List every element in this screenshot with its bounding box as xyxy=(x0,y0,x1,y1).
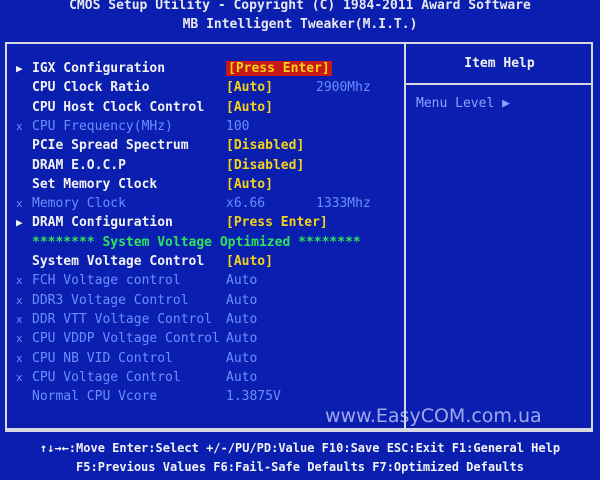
setting-label: DRAM Configuration xyxy=(32,215,173,231)
setting-label: CPU Clock Ratio xyxy=(32,80,150,96)
setting-value: Auto xyxy=(226,292,258,308)
setting-value[interactable]: [Disabled] xyxy=(226,138,304,153)
setting-label: CPU Host Clock Control xyxy=(32,99,205,115)
setting-value-cell: [Auto] xyxy=(226,252,273,271)
help-separator xyxy=(406,83,593,85)
setting-value: 100 xyxy=(226,118,250,134)
setting-row: x Memory Clock x6.66 1333Mhz xyxy=(0,194,400,213)
setting-row: x DDR3 Voltage Control Auto xyxy=(0,291,400,310)
setting-value: Auto xyxy=(226,350,258,366)
setting-value-cell: 100 xyxy=(226,117,249,136)
disabled-x-icon: x xyxy=(16,119,23,133)
setting-label: Memory Clock xyxy=(32,196,126,212)
setting-value-cell: Auto xyxy=(226,349,257,368)
setting-row: x FCH Voltage control Auto xyxy=(0,271,400,290)
setting-row: Normal CPU Vcore 1.3875V xyxy=(0,387,400,406)
setting-value-cell: Auto xyxy=(226,329,257,348)
setting-label: FCH Voltage control xyxy=(32,273,181,289)
setting-label: Normal CPU Vcore xyxy=(32,389,158,405)
setting-value-cell: [Auto] xyxy=(226,98,273,117)
setting-label: DDR VTT Voltage Control xyxy=(32,311,213,327)
disabled-x-icon: x xyxy=(16,332,23,346)
submenu-arrow-icon: ▶ xyxy=(16,62,23,75)
page-title: MB Intelligent Tweaker(M.I.T.) xyxy=(182,17,418,32)
setting-value[interactable]: [Auto] xyxy=(226,254,273,269)
setting-label: System Voltage Control xyxy=(32,254,205,269)
setting-value-cell: Auto xyxy=(226,368,257,387)
setting-label: CPU Voltage Control xyxy=(32,369,181,385)
disabled-x-icon: x xyxy=(16,370,23,384)
disabled-x-icon: x xyxy=(16,197,23,211)
setting-value: Auto xyxy=(226,311,258,327)
setting-value-cell: [Disabled] xyxy=(226,136,304,155)
setting-readout: 1333Mhz xyxy=(316,196,371,212)
setting-row: x CPU Voltage Control Auto xyxy=(0,368,400,387)
setting-value-cell: x6.66 xyxy=(226,194,265,213)
item-help-title: Item Help xyxy=(464,56,535,71)
setting-value: Auto xyxy=(226,273,258,289)
submenu-arrow-icon: ▶ xyxy=(16,216,23,230)
setting-value-cell: [Press Enter] xyxy=(226,59,332,78)
footer-keys-line2: F5:Previous Values F6:Fail-Safe Defaults… xyxy=(76,460,524,474)
setting-row: x CPU NB VID Control Auto xyxy=(0,349,400,368)
setting-value[interactable]: [Press Enter] xyxy=(226,61,332,76)
setting-label: PCIe Spread Spectrum xyxy=(32,138,189,154)
footer-keys-line1: ↑↓→←:Move Enter:Select +/-/PU/PD:Value F… xyxy=(39,441,561,455)
menu-level: Menu Level ▶ xyxy=(416,96,510,111)
setting-value: 1.3875V xyxy=(226,389,281,405)
setting-value[interactable]: [Auto] xyxy=(226,80,273,95)
setting-label: DRAM E.O.C.P xyxy=(32,157,126,173)
disabled-x-icon: x xyxy=(16,293,23,307)
setting-label: IGX Configuration xyxy=(32,61,166,76)
setting-row[interactable]: PCIe Spread Spectrum [Disabled] xyxy=(0,136,400,155)
setting-value[interactable]: [Disabled] xyxy=(226,158,304,173)
setting-value-cell: [Press Enter] xyxy=(226,213,328,232)
setting-value[interactable]: [Auto] xyxy=(226,177,273,192)
setting-readout: 2900Mhz xyxy=(316,80,371,96)
setting-value[interactable]: [Auto] xyxy=(226,100,273,115)
setting-value-cell: [Auto] xyxy=(226,78,273,97)
watermark: www.EasyCOM.com.ua xyxy=(325,405,542,427)
setting-row[interactable]: Set Memory Clock [Auto] xyxy=(0,175,400,194)
setting-value-cell: 1.3875V xyxy=(226,387,281,406)
setting-value-cell: [Disabled] xyxy=(226,156,304,175)
setting-label: CPU NB VID Control xyxy=(32,350,173,366)
bios-header: CMOS Setup Utility - Copyright (C) 1984-… xyxy=(0,0,600,40)
disabled-x-icon: x xyxy=(16,312,23,326)
setting-row: x CPU Frequency(MHz) 100 xyxy=(0,117,400,136)
voltage-optimized-banner: ******** System Voltage Optimized ******… xyxy=(32,234,361,250)
setting-value: Auto xyxy=(226,331,258,347)
setting-row: ******** System Voltage Optimized ******… xyxy=(0,233,400,252)
panel-divider xyxy=(404,42,406,430)
disabled-x-icon: x xyxy=(16,274,23,288)
setting-label: CPU VDDP Voltage Control xyxy=(32,331,220,347)
setting-row[interactable]: ▶ IGX Configuration [Press Enter] xyxy=(0,59,400,78)
setting-row[interactable]: CPU Clock Ratio [Auto] 2900Mhz xyxy=(0,78,400,97)
setting-value: Auto xyxy=(226,369,258,385)
setting-row[interactable]: CPU Host Clock Control [Auto] xyxy=(0,98,400,117)
setting-value: x6.66 xyxy=(226,196,266,212)
disabled-x-icon: x xyxy=(16,351,23,365)
setting-value-cell: [Auto] xyxy=(226,175,273,194)
setting-row: x DDR VTT Voltage Control Auto xyxy=(0,310,400,329)
setting-label: CPU Frequency(MHz) xyxy=(32,118,173,134)
setting-row[interactable]: DRAM E.O.C.P [Disabled] xyxy=(0,156,400,175)
setting-value-cell: Auto xyxy=(226,291,257,310)
setting-value-cell: Auto xyxy=(226,310,257,329)
bios-title: CMOS Setup Utility - Copyright (C) 1984-… xyxy=(69,0,531,13)
setting-value-cell: Auto xyxy=(226,271,257,290)
setting-row: x CPU VDDP Voltage Control Auto xyxy=(0,329,400,348)
setting-value[interactable]: [Press Enter] xyxy=(226,215,328,230)
setting-row[interactable]: ▶ DRAM Configuration [Press Enter] xyxy=(0,213,400,232)
footer-separator xyxy=(5,430,593,432)
setting-row[interactable]: System Voltage Control [Auto] xyxy=(0,252,400,271)
setting-label: DDR3 Voltage Control xyxy=(32,292,189,308)
setting-label: Set Memory Clock xyxy=(32,176,158,192)
